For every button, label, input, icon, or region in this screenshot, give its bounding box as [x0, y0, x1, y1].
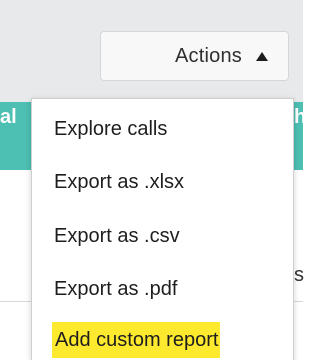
menu-item-add-custom-report[interactable]: Add custom report — [52, 322, 221, 358]
actions-button-label: Actions — [175, 44, 242, 67]
menu-item-export-pdf[interactable]: Export as .pdf — [54, 273, 177, 305]
menu-item-export-csv[interactable]: Export as .csv — [54, 220, 180, 252]
header-cell-partial-left: al — [0, 106, 17, 128]
actions-dropdown-menu: Explore calls Export as .xlsx Export as … — [31, 98, 294, 360]
table-cell-partial: s — [294, 264, 304, 286]
header-cell-partial-right: ha — [294, 106, 318, 128]
menu-item-explore-calls[interactable]: Explore calls — [54, 113, 167, 145]
caret-up-icon — [256, 51, 268, 61]
actions-button[interactable]: Actions — [100, 31, 289, 81]
menu-item-export-xlsx[interactable]: Export as .xlsx — [54, 166, 184, 198]
